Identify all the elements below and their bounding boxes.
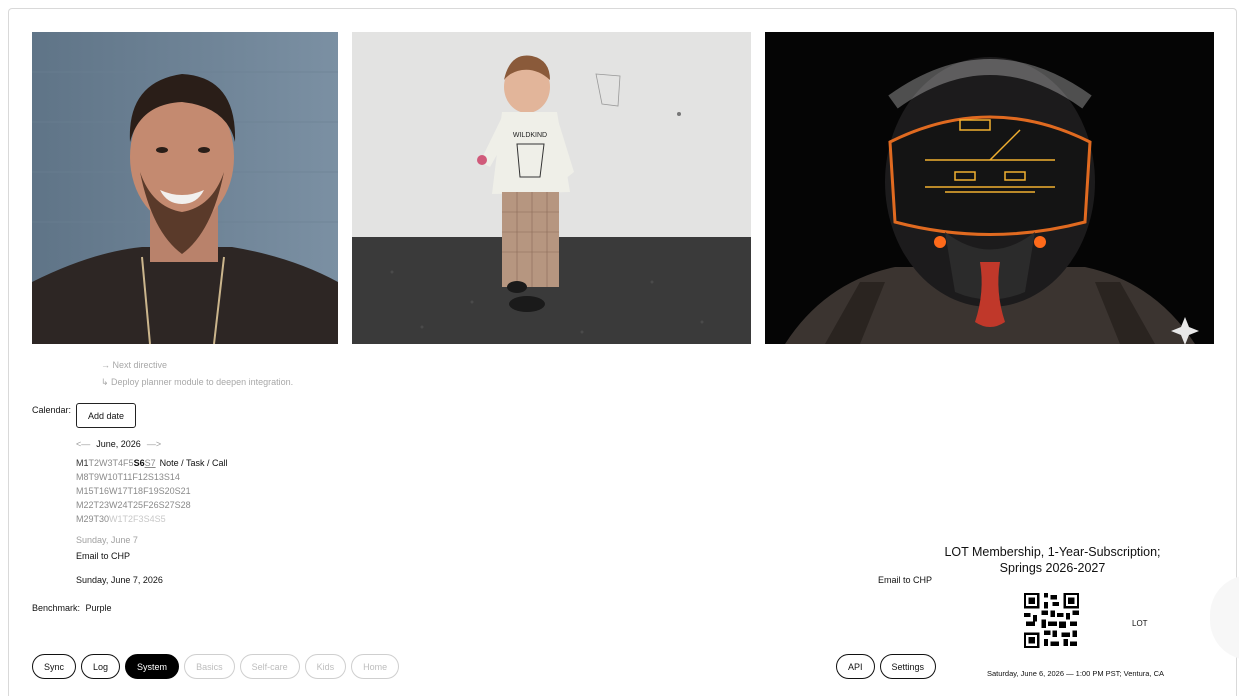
calendar-day[interactable]: S21 — [175, 486, 191, 496]
benchmark-label: Benchmark: — [32, 603, 81, 613]
calendar-day-today[interactable]: S6 — [134, 458, 145, 468]
calendar-week-4: M22T23W24T25F26S27S28 — [76, 500, 191, 510]
calendar-day[interactable]: M1 — [76, 458, 89, 468]
benchmark-value: Purple — [85, 603, 112, 613]
calendar-day[interactable]: T30 — [94, 514, 110, 524]
month-title: June, 2026 — [96, 439, 141, 449]
calendar-week-3: M15T16W17T18F19S20S21 — [76, 486, 191, 496]
qr-label: LOT — [1132, 619, 1148, 628]
home-button[interactable]: Home — [351, 654, 400, 679]
calendar-day[interactable]: F5 — [123, 458, 134, 468]
calendar-week-1: M1T2W3T4F5S6S7 Note / Task / Call — [76, 458, 227, 468]
calendar-day[interactable]: S27 — [159, 500, 175, 510]
calendar-day[interactable]: S28 — [175, 500, 191, 510]
qr-code-icon — [1024, 593, 1079, 648]
calendar-week-2: M8T9W10T11F12S13S14 — [76, 472, 180, 482]
calendar-day-next-month[interactable]: F3 — [133, 514, 144, 524]
add-date-button[interactable]: Add date — [76, 403, 136, 428]
directive-detail: ↳ Deploy planner module to deepen integr… — [101, 377, 294, 387]
calendar-day[interactable]: F26 — [143, 500, 159, 510]
calendar-day-next-month[interactable]: T2 — [123, 514, 134, 524]
day-note-label[interactable]: Note / Task / Call — [160, 458, 228, 468]
next-month-button[interactable]: —> — [147, 439, 161, 449]
main-nav: Sync Log System Basics Self-care Kids Ho… — [32, 654, 400, 679]
calendar-day[interactable]: W3 — [99, 458, 113, 468]
calendar-day[interactable]: T23 — [94, 500, 110, 510]
calendar-day[interactable]: M29 — [76, 514, 94, 524]
kids-button[interactable]: Kids — [304, 654, 347, 679]
calendar-day[interactable]: T4 — [113, 458, 124, 468]
calendar-day[interactable]: F12 — [132, 472, 148, 482]
calendar-day[interactable]: S13 — [148, 472, 164, 482]
svg-text:WILDKIND: WILDKIND — [513, 132, 547, 139]
basics-button[interactable]: Basics — [184, 654, 235, 679]
prev-month-button[interactable]: <— — [76, 439, 90, 449]
membership-line-2: Springs 2026-2027 — [999, 561, 1106, 575]
calendar-day[interactable]: S20 — [159, 486, 175, 496]
photo-man-selfie — [32, 32, 338, 344]
photo-toddler: WILDKIND — [352, 32, 751, 344]
calendar-day[interactable]: M8 — [76, 472, 89, 482]
email-task-right[interactable]: Email to CHP — [878, 575, 932, 585]
calendar-day[interactable]: T18 — [128, 486, 144, 496]
calendar-day-selected[interactable]: S7 — [145, 458, 156, 468]
calendar-day[interactable]: T9 — [89, 472, 100, 482]
calendar-day[interactable]: T16 — [94, 486, 110, 496]
selected-date-short: Sunday, June 7 — [76, 535, 138, 545]
calendar-day[interactable]: S14 — [164, 472, 180, 482]
calendar-day-next-month[interactable]: S4 — [144, 514, 155, 524]
calendar-label: Calendar: — [32, 405, 72, 415]
calendar-day[interactable]: F19 — [143, 486, 159, 496]
api-button[interactable]: API — [836, 654, 875, 679]
email-task-left[interactable]: Email to CHP — [76, 551, 130, 561]
utility-nav: API Settings — [836, 654, 937, 679]
settings-button[interactable]: Settings — [879, 654, 937, 679]
next-directive-label: → Next directive — [101, 360, 168, 370]
calendar-day-next-month[interactable]: S5 — [155, 514, 166, 524]
membership-line-1: LOT Membership, 1-Year-Subscription; — [944, 545, 1161, 559]
calendar-day[interactable]: T11 — [118, 472, 133, 482]
calendar-day[interactable]: T25 — [128, 500, 144, 510]
system-button[interactable]: System — [125, 654, 180, 679]
membership-title: LOT Membership, 1-Year-Subscription; Spr… — [930, 544, 1175, 576]
self-care-button[interactable]: Self-care — [239, 654, 300, 679]
photo-pilot-helmet — [765, 32, 1214, 344]
month-navigator: <— June, 2026 —> — [76, 439, 161, 449]
calendar-day[interactable]: M22 — [76, 500, 94, 510]
calendar-day[interactable]: W24 — [109, 500, 128, 510]
calendar-day[interactable]: M15 — [76, 486, 94, 496]
calendar-day-next-month[interactable]: W1 — [109, 514, 123, 524]
footer-timestamp: Saturday, June 6, 2026 — 1:00 PM PST; Ve… — [987, 669, 1165, 678]
calendar-day[interactable]: W17 — [109, 486, 128, 496]
benchmark-row: Benchmark: Purple — [32, 603, 112, 613]
log-button[interactable]: Log — [81, 654, 121, 679]
calendar-day[interactable]: T2 — [89, 458, 100, 468]
sync-button[interactable]: Sync — [32, 654, 77, 679]
selected-date-full: Sunday, June 7, 2026 — [76, 575, 163, 585]
calendar-week-5: M29T30W1T2F3S4S5 — [76, 514, 166, 524]
calendar-day[interactable]: W10 — [99, 472, 118, 482]
